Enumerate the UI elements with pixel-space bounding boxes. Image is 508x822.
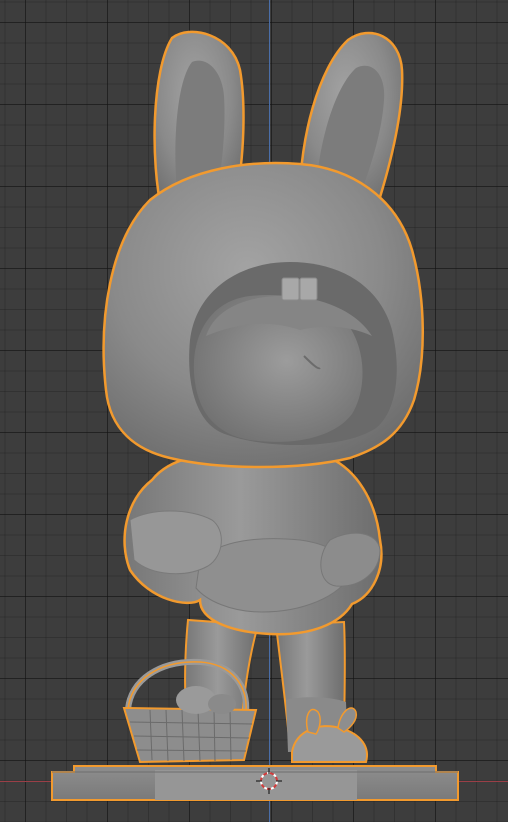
hoodie-torso [123, 456, 383, 636]
hood-head [102, 161, 425, 469]
selected-mesh-object[interactable] [0, 0, 508, 822]
3d-viewport[interactable] [0, 0, 508, 822]
3d-cursor-icon[interactable] [255, 767, 283, 795]
